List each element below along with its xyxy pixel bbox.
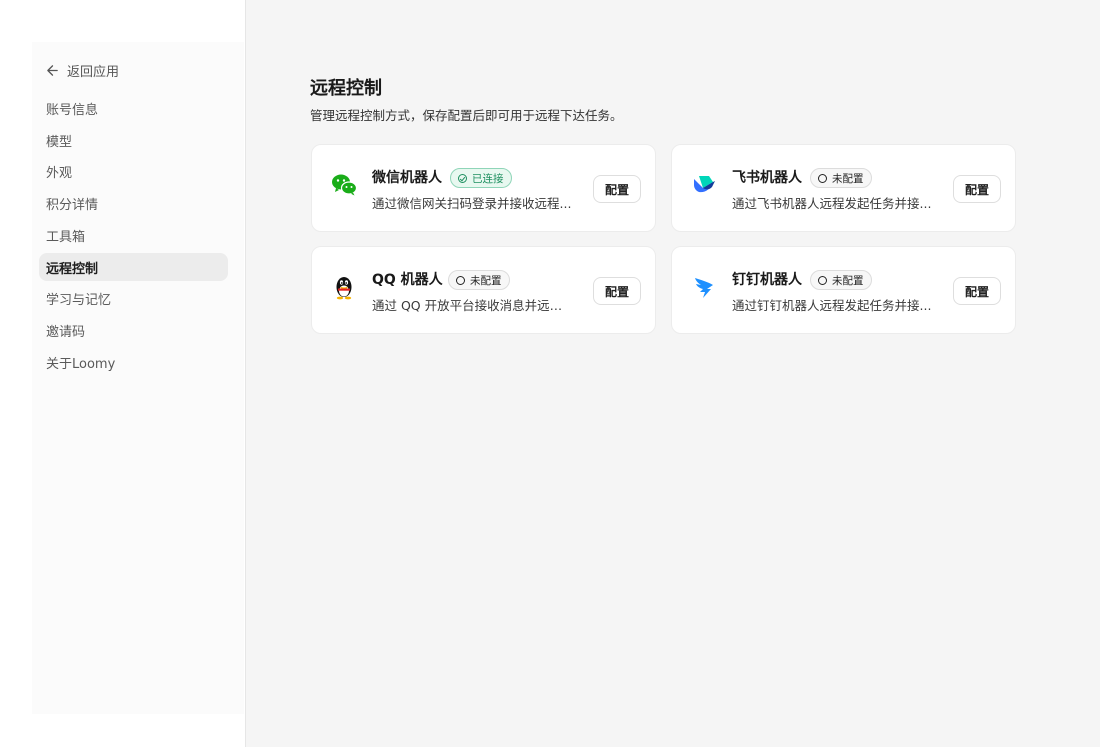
status-badge: 已连接 [450,168,512,188]
status-text: 未配置 [832,172,864,185]
configure-button[interactable]: 配置 [593,277,641,305]
qq-icon [336,277,352,300]
page-title: 远程控制 [310,78,382,99]
sidebar-item-about[interactable]: 关于Loomy [39,348,228,376]
back-to-app-link[interactable]: 返回应用 [46,60,119,80]
status-badge: 未配置 [810,270,872,290]
card-description: 通过钉钉机器人远程发起任务并接... [732,298,932,313]
sidebar-item-model[interactable]: 模型 [39,126,228,154]
configure-button[interactable]: 配置 [953,175,1001,203]
card-title: 微信机器人 [372,170,442,186]
status-text: 未配置 [470,274,502,287]
arrow-left-icon [47,64,58,76]
configure-button[interactable]: 配置 [593,175,641,203]
sidebar-item-points[interactable]: 积分详情 [39,189,228,217]
sidebar-item-remote-control[interactable]: 远程控制 [39,253,228,281]
wechat-bot-card: 微信机器人 已连接 通过微信网关扫码登录并接收远程... 配置 [311,144,656,232]
wechat-icon [332,174,358,196]
card-description: 通过微信网关扫码登录并接收远程... [372,196,572,211]
feishu-icon [694,176,715,193]
circle-icon [818,275,827,285]
circle-icon [818,173,827,183]
page-subtitle: 管理远程控制方式，保存配置后即可用于远程下达任务。 [310,108,623,123]
status-text: 未配置 [832,274,864,287]
sidebar-item-appearance[interactable]: 外观 [39,157,228,185]
configure-button[interactable]: 配置 [953,277,1001,305]
status-badge: 未配置 [810,168,872,188]
card-description: 通过飞书机器人远程发起任务并接... [732,196,932,211]
qq-bot-card: QQ 机器人 未配置 通过 QQ 开放平台接收消息并远程... 配置 [311,246,656,334]
card-title: QQ 机器人 [372,272,443,288]
status-badge: 未配置 [448,270,510,290]
status-text: 已连接 [472,172,504,185]
dingtalk-bot-card: 钉钉机器人 未配置 通过钉钉机器人远程发起任务并接... 配置 [671,246,1016,334]
card-description: 通过 QQ 开放平台接收消息并远程... [372,298,572,313]
back-to-app-label: 返回应用 [67,64,120,80]
sidebar-item-learning-memory[interactable]: 学习与记忆 [39,284,228,312]
feishu-bot-card: 飞书机器人 未配置 通过飞书机器人远程发起任务并接... 配置 [671,144,1016,232]
card-title: 钉钉机器人 [732,272,802,288]
sidebar: 返回应用 账号信息 模型 外观 积分详情 工具箱 远程控制 学习与记忆 邀请码 … [0,0,246,747]
sidebar-item-toolbox[interactable]: 工具箱 [39,221,228,249]
card-title: 飞书机器人 [732,170,802,186]
circle-icon [456,275,465,285]
dingtalk-icon [695,278,713,298]
check-circle-icon [458,173,467,183]
sidebar-item-invite-code[interactable]: 邀请码 [39,316,228,344]
sidebar-item-account[interactable]: 账号信息 [39,94,228,122]
